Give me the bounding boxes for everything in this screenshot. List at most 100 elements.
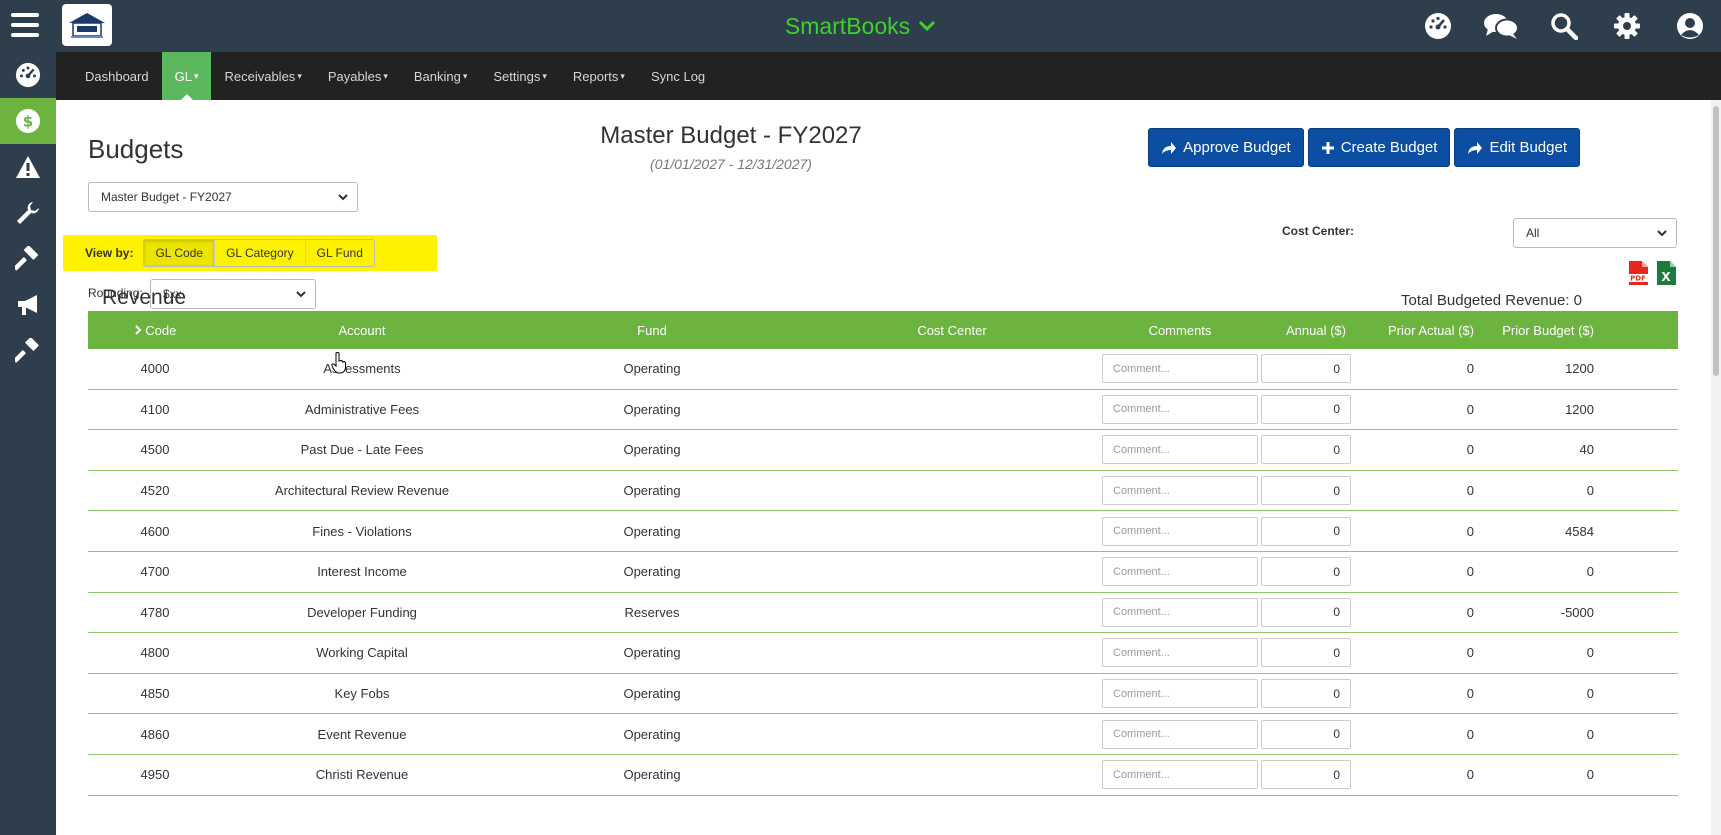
row-comment-cell: Comment... [1102, 476, 1258, 506]
table-row: 4600 Fines - Violations Operating Commen… [88, 511, 1678, 552]
excel-export-icon[interactable]: X [1654, 260, 1678, 286]
dashboard-icon [1424, 13, 1451, 39]
row-account: Christi Revenue [315, 767, 409, 783]
nav-settings[interactable]: Settings ▾ [480, 52, 560, 100]
comment-input[interactable]: Comment... [1102, 394, 1258, 424]
top-icons [1406, 0, 1721, 52]
annual-input[interactable]: 0 [1261, 638, 1351, 668]
nav-gl[interactable]: GL ▾ [161, 52, 212, 100]
row-annual-cell: 0 [1258, 760, 1354, 790]
nav-reports[interactable]: Reports ▾ [560, 52, 638, 100]
annual-input[interactable]: 0 [1261, 476, 1351, 506]
sidebar-item-dashboard[interactable] [0, 52, 56, 98]
row-prior-budget: 1200 [1565, 401, 1594, 417]
scrollbar-thumb[interactable] [1713, 106, 1719, 376]
view-by-gl-fund[interactable]: GL Fund [306, 240, 374, 266]
code-column-header[interactable]: Code [88, 323, 222, 338]
row-code: 4950 [140, 767, 170, 783]
sidebar-item-announcements[interactable] [0, 282, 56, 328]
nav-banking[interactable]: Banking ▾ [401, 52, 481, 100]
row-annual-cell: 0 [1258, 679, 1354, 709]
comment-input[interactable]: Comment... [1102, 679, 1258, 709]
sidebar-item-projects[interactable] [0, 236, 56, 282]
row-prior-budget: 0 [1586, 686, 1594, 702]
comment-input[interactable]: Comment... [1102, 557, 1258, 587]
table-row: 4520 Architectural Review Revenue Operat… [88, 471, 1678, 512]
comment-input[interactable]: Comment... [1102, 354, 1258, 384]
dashboard-icon [15, 62, 41, 88]
view-by-gl-category[interactable]: GL Category [215, 240, 306, 266]
nav-label: Payables [327, 68, 382, 84]
nav-payables[interactable]: Payables ▾ [315, 52, 401, 100]
nav-label: Settings [493, 68, 541, 84]
row-account: Past Due - Late Fees [300, 442, 424, 458]
comments-column-header: Comments [1148, 322, 1212, 338]
cost-center-select[interactable]: All [1513, 218, 1677, 248]
chevron-down-icon [1657, 230, 1667, 237]
nav-label: Sync Log [650, 68, 706, 84]
edit-budget-button[interactable]: Edit Budget [1454, 128, 1580, 167]
nav-receivables[interactable]: Receivables ▾ [211, 52, 314, 100]
nav-sync-log[interactable]: Sync Log [638, 52, 718, 100]
top-settings-button[interactable] [1595, 0, 1658, 52]
comment-input[interactable]: Comment... [1102, 435, 1258, 465]
annual-input[interactable]: 0 [1261, 516, 1351, 546]
table-row: 4780 Developer Funding Reserves Comment.… [88, 593, 1678, 634]
annual-input[interactable]: 0 [1261, 354, 1351, 384]
comment-input[interactable]: Comment... [1102, 638, 1258, 668]
row-code: 4500 [140, 442, 170, 458]
top-bar: SmartBooks [0, 0, 1721, 52]
nav-dashboard[interactable]: Dashboard [72, 52, 162, 100]
top-search-button[interactable] [1532, 0, 1595, 52]
row-account: Developer Funding [307, 604, 417, 620]
nav-label: Receivables [224, 68, 296, 84]
caret-down-icon: ▾ [542, 70, 547, 81]
annual-input[interactable]: 0 [1261, 557, 1351, 587]
row-annual-cell: 0 [1258, 516, 1354, 546]
table-header: Code Account Fund Cost Center Comments A… [88, 311, 1678, 349]
chevron-down-icon [919, 20, 936, 32]
hoa-logo[interactable] [62, 4, 112, 46]
annual-input[interactable]: 0 [1261, 597, 1351, 627]
approve-budget-button[interactable]: Approve Budget [1148, 128, 1304, 167]
row-comment-cell: Comment... [1102, 760, 1258, 790]
comment-input[interactable]: Comment... [1102, 760, 1258, 790]
page-scrollbar[interactable] [1711, 100, 1721, 835]
fund-column-header: Fund [637, 322, 667, 338]
svg-text:X: X [1661, 270, 1671, 284]
annual-input[interactable]: 0 [1261, 760, 1351, 790]
row-prior-actual: 0 [1466, 686, 1474, 702]
comment-input[interactable]: Comment... [1102, 597, 1258, 627]
annual-input[interactable]: 0 [1261, 435, 1351, 465]
comment-input[interactable]: Comment... [1102, 719, 1258, 749]
top-user-button[interactable] [1658, 0, 1721, 52]
row-prior-budget: 0 [1586, 645, 1594, 661]
row-code: 4800 [140, 645, 170, 661]
annual-input[interactable]: 0 [1261, 394, 1351, 424]
hand-cursor-icon [331, 352, 346, 374]
row-comment-cell: Comment... [1102, 435, 1258, 465]
app-title-dropdown[interactable]: SmartBooks [785, 13, 936, 40]
budget-select[interactable]: Master Budget - FY2027 [88, 182, 358, 212]
annual-input[interactable]: 0 [1261, 679, 1351, 709]
sidebar-item-legal[interactable] [0, 328, 56, 374]
row-comment-cell: Comment... [1102, 679, 1258, 709]
hamburger-menu-icon[interactable] [8, 8, 42, 42]
top-chat-button[interactable] [1469, 0, 1532, 52]
caret-down-icon: ▾ [620, 70, 625, 81]
annual-input[interactable]: 0 [1261, 719, 1351, 749]
comment-input[interactable]: Comment... [1102, 516, 1258, 546]
comment-input[interactable]: Comment... [1102, 476, 1258, 506]
top-dashboard-button[interactable] [1406, 0, 1469, 52]
row-fund: Operating [623, 523, 681, 539]
view-by-gl-code[interactable]: GL Code [144, 240, 216, 266]
row-prior-actual: 0 [1466, 442, 1474, 458]
sidebar-item-maintenance[interactable] [0, 190, 56, 236]
create-budget-button[interactable]: Create Budget [1307, 128, 1451, 167]
pdf-export-icon[interactable]: PDF [1626, 260, 1650, 286]
row-comment-cell: Comment... [1102, 719, 1258, 749]
row-prior-actual: 0 [1466, 523, 1474, 539]
sidebar-item-violations[interactable] [0, 144, 56, 190]
sidebar-item-accounting[interactable]: $ [0, 98, 56, 144]
row-prior-actual: 0 [1466, 767, 1474, 783]
